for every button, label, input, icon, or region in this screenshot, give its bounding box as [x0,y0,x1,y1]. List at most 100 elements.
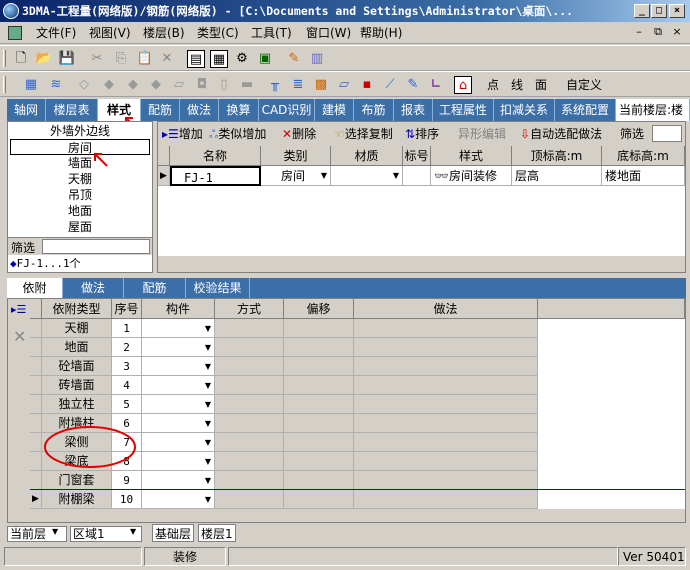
column-icon[interactable]: ╥ [266,76,284,94]
list-item[interactable]: 地面 [8,203,152,219]
tab-model[interactable]: 建模 [315,99,354,121]
component-cell[interactable]: ▼ [142,357,215,376]
list-item[interactable]: 吊顶 [8,187,152,203]
offset-cell[interactable] [284,414,354,433]
mode-cell[interactable] [215,414,284,433]
copy-icon[interactable]: ⎘ [112,50,130,68]
face-button[interactable]: 面 [535,77,547,93]
component-cell[interactable]: ▼ [142,414,215,433]
method-cell[interactable] [354,357,538,376]
horizontal-scrollbar[interactable] [158,256,685,272]
add-button[interactable]: ▸☰增加 [162,125,203,143]
mode-cell[interactable] [215,395,284,414]
stair-icon[interactable]: ≣ [289,76,307,94]
method-cell[interactable] [354,338,538,357]
method-cell[interactable] [354,490,538,509]
component-cell[interactable]: ▼ [142,338,215,357]
maximize-button[interactable]: □ [651,4,667,18]
sort-button[interactable]: ⇅排序 [405,125,439,143]
list-item[interactable]: 天棚 [8,171,152,187]
mode-cell[interactable] [215,357,284,376]
tab-convert[interactable]: 换算 [219,99,259,121]
draw-icon-2[interactable]: ◆ [100,76,118,94]
region-dropdown-icon[interactable]: ▼ [130,527,136,536]
pen-icon[interactable]: ✎ [404,76,422,94]
menu-tools[interactable]: 工具(T) [251,25,292,41]
shape-edit-button[interactable]: 异形编辑 [458,125,506,143]
line-draw-icon[interactable]: ⟋ [381,76,399,94]
cell-bottom-elev[interactable]: 楼地面 [602,166,685,186]
mode-cell[interactable] [215,471,284,490]
tab-deduct[interactable]: 扣减关系 [494,99,555,121]
mode-cell[interactable] [215,452,284,471]
tab-cad[interactable]: CAD识别 [259,99,315,121]
menu-type[interactable]: 类型(C) [197,25,239,41]
select-copy-button[interactable]: ☜选择复制 [334,125,393,143]
method-cell[interactable] [354,452,538,471]
angle-icon[interactable]: ∟ [427,76,445,94]
wall-icon[interactable]: ▩ [312,76,330,94]
add-row-icon[interactable]: ▸☰ [11,303,26,316]
offset-cell[interactable] [284,490,354,509]
settings-icon[interactable]: ⚙ [233,50,251,68]
cell-category[interactable]: 房间 ▼ [261,166,331,186]
tab-validation[interactable]: 校验结果 [186,278,250,298]
component-cell[interactable]: ▼ [142,490,215,509]
tab-method[interactable]: 做法 [180,99,219,121]
mdi-restore-icon[interactable]: ⧉ [651,25,665,39]
offset-cell[interactable] [284,319,354,338]
draw-icon-8[interactable]: ▬ [238,76,256,94]
method-cell[interactable] [354,433,538,452]
method-cell[interactable] [354,319,538,338]
delete-row-icon[interactable]: ✕ [13,327,26,346]
delete-button[interactable]: ✕删除 [282,125,316,143]
delete-icon[interactable]: ✕ [158,50,176,68]
component-cell[interactable]: ▼ [142,319,215,338]
tab-axis[interactable]: 轴网 [7,99,46,121]
calc-icon[interactable]: ▥ [308,50,326,68]
cell-top-elev[interactable]: 层高 [512,166,602,186]
filter-input[interactable] [42,239,150,254]
list-item[interactable]: 外墙外边线 [8,123,152,139]
save-icon[interactable]: 💾 [58,50,76,68]
open-icon[interactable]: 📂 [35,50,53,68]
close-button[interactable]: × [669,4,685,18]
draw-icon-4[interactable]: ◆ [147,76,165,94]
filter-field[interactable] [652,125,682,142]
component-cell[interactable]: ▼ [142,376,215,395]
grid-icon[interactable]: ▦ [22,76,40,94]
method-cell[interactable] [354,376,538,395]
bottom-scrollbar[interactable] [30,509,685,522]
menu-file[interactable]: 文件(F) [36,25,76,41]
point-button[interactable]: 点 [487,77,499,93]
offset-cell[interactable] [284,357,354,376]
tab-system[interactable]: 系统配置 [555,99,616,121]
cut-icon[interactable]: ✂ [88,50,106,68]
component-cell[interactable]: ▼ [142,471,215,490]
component-cell[interactable]: ▼ [142,433,215,452]
mode-cell[interactable] [215,490,284,509]
component-cell[interactable]: ▼ [142,452,215,471]
tab-rebar[interactable]: 配筋 [141,99,180,121]
tab-attach[interactable]: 依附 [7,278,63,298]
layers-icon[interactable]: ≋ [47,76,65,94]
list-item-selected[interactable]: 房间 [10,139,150,155]
offset-cell[interactable] [284,376,354,395]
similar-add-button[interactable]: ஃ类似增加 [209,125,266,143]
mode-cell[interactable] [215,338,284,357]
layer-tab-base[interactable]: 基础层 [152,524,195,542]
tab-detail-rebar[interactable]: 配筋 [124,278,186,298]
new-icon[interactable]: 🗋 [12,50,30,68]
home-icon[interactable]: ⌂ [454,76,472,94]
mode-cell[interactable] [215,433,284,452]
check-icon[interactable]: ✎ [285,50,303,68]
tab-project-attr[interactable]: 工程属性 [433,99,494,121]
paste-icon[interactable]: 📋 [136,50,154,68]
method-cell[interactable] [354,395,538,414]
layer-tab-floor1[interactable]: 楼层1 [198,524,236,542]
cell-name[interactable]: FJ-1 [170,166,261,186]
filter-result[interactable]: ◆FJ-1...1个 [8,256,152,272]
list-item[interactable]: 墙面 [8,155,152,171]
property-icon[interactable]: ▤ [187,50,205,68]
draw-icon-7[interactable]: ▯ [215,76,233,94]
